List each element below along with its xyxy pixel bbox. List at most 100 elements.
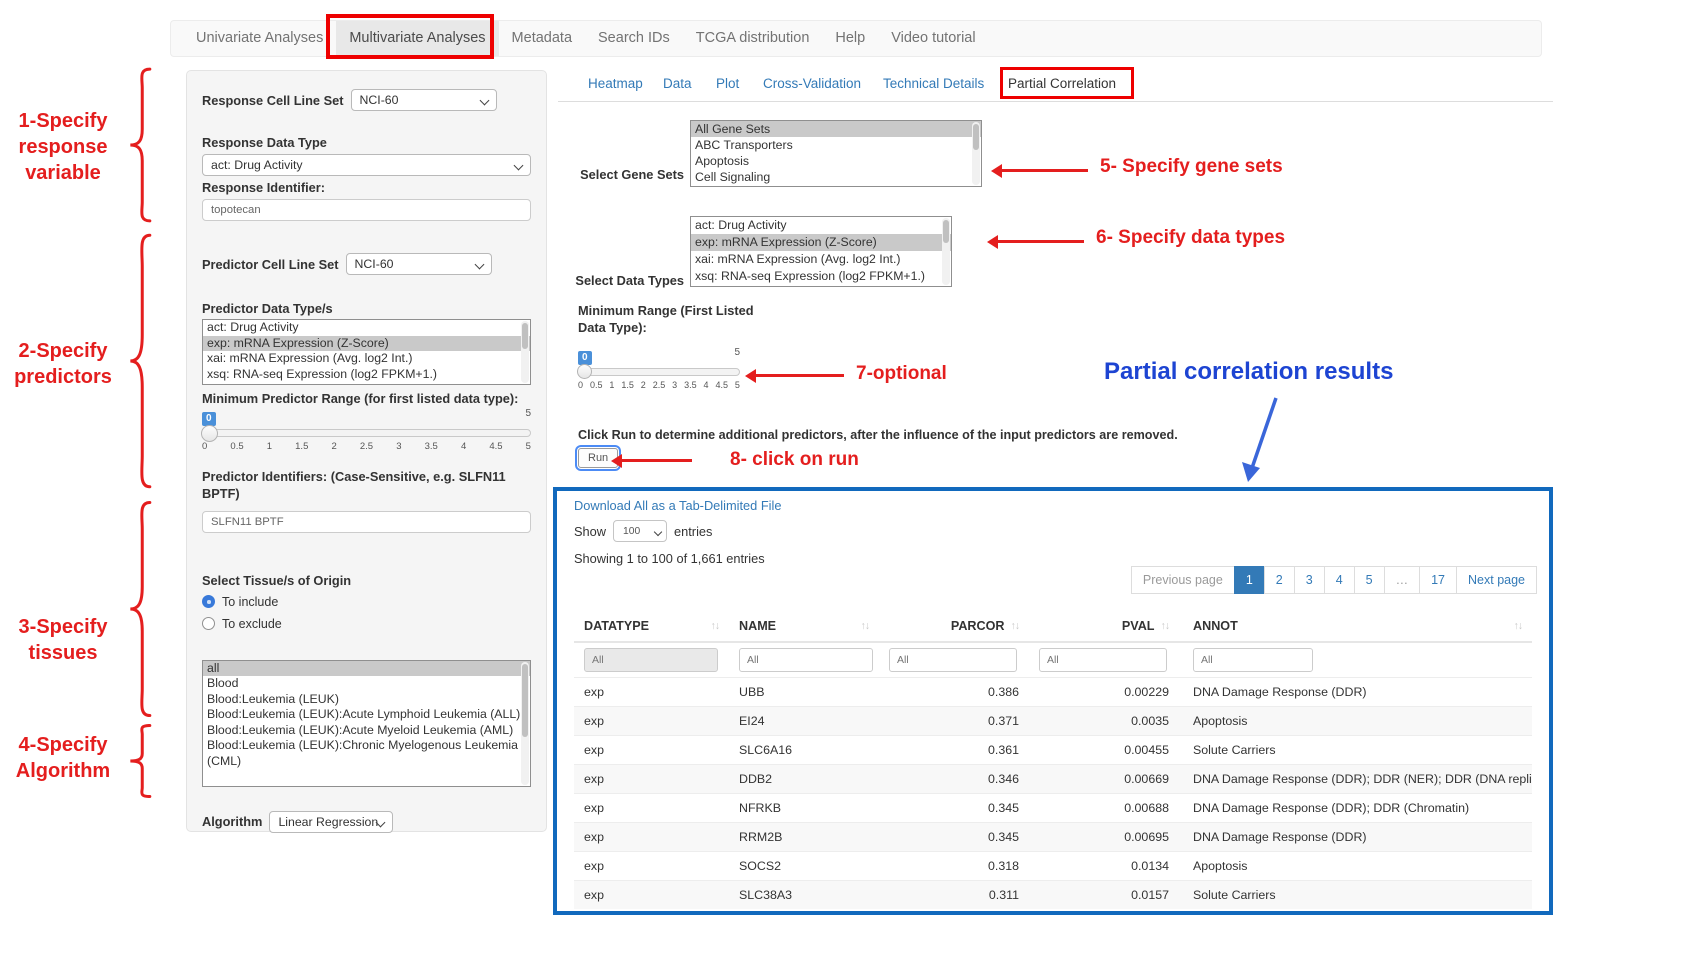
page-button-2[interactable]: 2 (1264, 566, 1295, 594)
download-all-link[interactable]: Download All as a Tab-Delimited File (574, 498, 781, 513)
nav-univariate-analyses[interactable]: Univariate Analyses (183, 21, 336, 56)
nav-search-ids[interactable]: Search IDs (585, 21, 683, 56)
page-button-1[interactable]: 1 (1234, 566, 1265, 594)
table-row[interactable]: expRRM2B 0.3450.00695 DNA Damage Respons… (574, 822, 1532, 851)
filter-parcor-input[interactable] (889, 648, 1017, 672)
scrollbar[interactable] (972, 122, 980, 185)
tab-data[interactable]: Data (663, 76, 692, 91)
predictor-data-types-list[interactable]: act: Drug Activity exp: mRNA Expression … (202, 319, 531, 385)
sort-icon[interactable] (1514, 620, 1523, 632)
filter-datatype-input[interactable] (584, 648, 718, 672)
nav-tcga-distribution[interactable]: TCGA distribution (683, 21, 823, 56)
scrollbar[interactable] (521, 662, 529, 785)
response-data-type-label: Response Data Type (202, 135, 531, 150)
tab-technical-details[interactable]: Technical Details (883, 76, 984, 91)
column-header-pval[interactable]: PVAL (1029, 619, 1179, 633)
list-item[interactable]: Blood:Leukemia (LEUK):Acute Myeloid Leuk… (203, 723, 530, 739)
sort-icon[interactable] (1011, 620, 1020, 632)
tissue-exclude-radio[interactable] (202, 617, 215, 630)
arrow-left-icon (756, 374, 844, 377)
slider-handle[interactable] (577, 364, 592, 379)
slider-track[interactable] (202, 429, 531, 437)
page-button-17[interactable]: 17 (1419, 566, 1457, 594)
arrow-left-icon (622, 459, 692, 462)
page-ellipsis: … (1384, 566, 1421, 594)
tab-partial-correlation[interactable]: Partial Correlation (1008, 76, 1116, 91)
sort-icon[interactable] (711, 620, 720, 632)
tissue-include-label: To include (222, 595, 278, 609)
tissue-list[interactable]: all Blood Blood:Leukemia (LEUK) Blood:Le… (202, 660, 531, 787)
tab-heatmap[interactable]: Heatmap (588, 76, 643, 91)
annotation-step8: 8- click on run (730, 449, 859, 471)
gene-sets-label: Select Gene Sets (552, 167, 684, 182)
nav-help[interactable]: Help (822, 21, 878, 56)
list-item[interactable]: xai: mRNA Expression (Avg. log2 Int.) (691, 251, 951, 268)
response-cell-line-select[interactable]: NCI-60 (351, 89, 497, 111)
list-item[interactable]: ABC Transporters (691, 137, 981, 153)
column-header-parcor[interactable]: PARCOR (879, 619, 1029, 633)
predictor-cell-line-select[interactable]: NCI-60 (346, 253, 492, 275)
column-header-annot[interactable]: ANNOT (1179, 619, 1532, 633)
table-row[interactable]: expUBB 0.3860.00229 DNA Damage Response … (574, 677, 1532, 706)
gene-sets-list[interactable]: All Gene Sets ABC Transporters Apoptosis… (690, 120, 982, 187)
algorithm-label: Algorithm (202, 814, 262, 829)
sort-icon[interactable] (861, 620, 870, 632)
arrow-left-icon (998, 240, 1084, 243)
filter-pval-input[interactable] (1039, 648, 1167, 672)
slider-track[interactable] (578, 368, 740, 376)
slider-handle[interactable] (201, 425, 218, 442)
list-item-selected[interactable]: All Gene Sets (691, 121, 981, 137)
annotation-step7: 7-optional (856, 363, 947, 385)
table-row[interactable]: expNFRKB 0.3450.00688 DNA Damage Respons… (574, 793, 1532, 822)
filter-annot-input[interactable] (1193, 648, 1313, 672)
filter-name-input[interactable] (739, 648, 873, 672)
results-table: DATATYPE NAME PARCOR PVAL ANNOT expUBB 0… (574, 613, 1532, 909)
list-item[interactable]: Blood:Leukemia (LEUK):Acute Lymphoid Leu… (203, 707, 530, 723)
tab-cross-validation[interactable]: Cross-Validation (763, 76, 861, 91)
data-types-list[interactable]: act: Drug Activity exp: mRNA Expression … (690, 216, 952, 287)
tissue-include-radio[interactable] (202, 595, 215, 608)
predictor-identifiers-input[interactable] (202, 511, 531, 533)
list-item[interactable]: act: Drug Activity (203, 320, 530, 336)
list-item-selected[interactable]: exp: mRNA Expression (Z-Score) (203, 336, 530, 352)
list-item[interactable]: Blood (203, 676, 530, 692)
list-item-selected[interactable]: all (203, 661, 530, 677)
annotation-step4: 4-Specify Algorithm (2, 732, 124, 784)
scrollbar[interactable] (942, 218, 950, 285)
column-header-name[interactable]: NAME (729, 619, 879, 633)
list-item[interactable]: act: Drug Activity (691, 217, 951, 234)
page-button-5[interactable]: 5 (1354, 566, 1385, 594)
scrollbar[interactable] (521, 321, 529, 383)
entries-count-select[interactable]: 100 (613, 520, 667, 542)
nav-metadata[interactable]: Metadata (499, 21, 585, 56)
algorithm-select[interactable]: Linear Regression (269, 811, 393, 833)
table-row[interactable]: expSLC6A16 0.3610.00455 Solute Carriers (574, 735, 1532, 764)
list-item[interactable]: xsq: RNA-seq Expression (log2 FPKM+1.) (203, 367, 530, 383)
list-item[interactable]: xai: mRNA Expression (Avg. log2 Int.) (203, 351, 530, 367)
list-item[interactable]: Blood:Leukemia (LEUK) (203, 692, 530, 708)
data-types-label: Select Data Types (552, 273, 684, 288)
annotation-step5: 5- Specify gene sets (1100, 156, 1283, 178)
list-item[interactable]: Blood:Leukemia (LEUK):Chronic Myelogenou… (203, 738, 530, 769)
page-button-4[interactable]: 4 (1324, 566, 1355, 594)
list-item[interactable]: xsq: RNA-seq Expression (log2 FPKM+1.) (691, 268, 951, 285)
column-header-datatype[interactable]: DATATYPE (574, 619, 729, 633)
list-item-selected[interactable]: exp: mRNA Expression (Z-Score) (691, 234, 951, 251)
response-identifier-input[interactable] (202, 199, 531, 221)
annotation-step3: 3-Specify tissues (2, 614, 124, 666)
page-button-3[interactable]: 3 (1294, 566, 1325, 594)
list-item[interactable]: Cell Signaling (691, 169, 981, 185)
table-row[interactable]: expSLC38A3 0.3110.0157 Solute Carriers (574, 880, 1532, 909)
response-data-type-select[interactable]: act: Drug Activity (202, 154, 531, 176)
previous-page-button[interactable]: Previous page (1131, 566, 1235, 594)
sort-icon[interactable] (1161, 620, 1170, 632)
table-row[interactable]: expEI24 0.3710.0035 Apoptosis (574, 706, 1532, 735)
predictor-cell-line-value: NCI-60 (355, 257, 394, 271)
tab-plot[interactable]: Plot (716, 76, 739, 91)
nav-video-tutorial[interactable]: Video tutorial (878, 21, 988, 56)
table-row[interactable]: expSOCS2 0.3180.0134 Apoptosis (574, 851, 1532, 880)
nav-multivariate-analyses[interactable]: Multivariate Analyses (336, 21, 498, 56)
list-item[interactable]: Apoptosis (691, 153, 981, 169)
table-row[interactable]: expDDB2 0.3460.00669 DNA Damage Response… (574, 764, 1532, 793)
next-page-button[interactable]: Next page (1456, 566, 1537, 594)
